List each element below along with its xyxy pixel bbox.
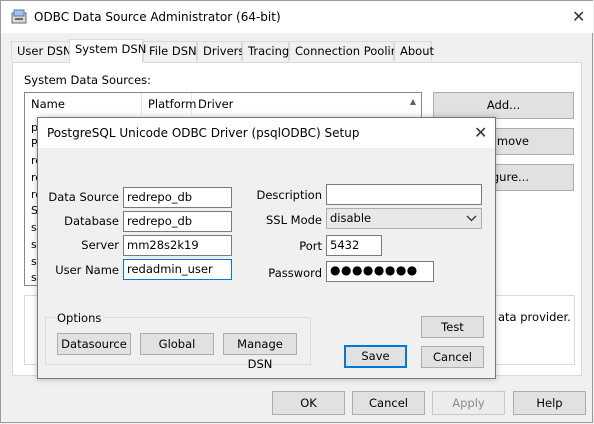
column-header-driver[interactable]: Driver: [192, 93, 402, 115]
user-name-field[interactable]: redadmin_user: [123, 259, 232, 280]
description-field[interactable]: [326, 184, 482, 205]
list-item[interactable]: s: [31, 238, 37, 251]
ssl-mode-label: SSL Mode: [266, 213, 322, 227]
tab-drivers[interactable]: Drivers: [197, 41, 244, 61]
list-item[interactable]: s: [31, 221, 37, 234]
help-button[interactable]: Help: [513, 391, 586, 415]
cancel-button[interactable]: Cancel: [352, 391, 425, 415]
list-item[interactable]: s: [31, 255, 37, 268]
dialog-close-icon[interactable]: ✕: [474, 125, 487, 141]
window-title: ODBC Data Source Administrator (64-bit): [34, 10, 281, 24]
apply-button[interactable]: Apply: [432, 391, 505, 415]
port-label: Port: [299, 239, 322, 253]
server-field[interactable]: mm28s2k19: [123, 235, 232, 256]
app-icon: [11, 9, 27, 25]
save-button[interactable]: Save: [344, 345, 407, 368]
tab-about[interactable]: About: [394, 41, 434, 61]
tab-system-dsn[interactable]: System DSN: [69, 39, 146, 63]
tab-file-dsn[interactable]: File DSN: [143, 41, 197, 61]
tab-tracing[interactable]: Tracing: [242, 41, 289, 61]
password-label: Password: [268, 266, 322, 280]
window-close-icon[interactable]: ✕: [572, 9, 585, 25]
password-field[interactable]: ●●●●●●●●: [326, 261, 434, 282]
column-header-platform[interactable]: Platform: [142, 93, 197, 115]
column-header-name[interactable]: Name: [25, 93, 142, 115]
tab-user-dsn[interactable]: User DSN: [11, 41, 72, 61]
scroll-up-icon[interactable]: ▲: [405, 93, 421, 111]
dialog-title-bar: PostgreSQL Unicode ODBC Driver (psqlODBC…: [38, 118, 495, 148]
datasource-button[interactable]: Datasource: [57, 333, 131, 355]
dialog-title: PostgreSQL Unicode ODBC Driver (psqlODBC…: [47, 126, 360, 140]
description-label: Description: [256, 188, 323, 202]
list-item[interactable]: s: [31, 271, 37, 284]
port-field[interactable]: 5432: [326, 235, 382, 256]
global-button[interactable]: Global: [140, 333, 214, 355]
test-button[interactable]: Test: [421, 316, 484, 338]
data-source-label: Data Source: [48, 190, 119, 204]
options-label: Options: [55, 311, 104, 325]
database-field[interactable]: redrepo_db: [123, 211, 232, 232]
odbc-admin-window: ODBC Data Source Administrator (64-bit) …: [0, 0, 593, 423]
description-text: ata provider.: [498, 310, 571, 324]
dialog-cancel-button[interactable]: Cancel: [421, 346, 484, 368]
ok-button[interactable]: OK: [272, 391, 345, 415]
add-button[interactable]: Add...: [433, 92, 574, 119]
user-name-label: User Name: [55, 263, 119, 277]
system-data-sources-label: System Data Sources:: [24, 73, 152, 87]
tab-connection-pooling[interactable]: Connection Pooling: [289, 41, 405, 61]
title-bar: ODBC Data Source Administrator (64-bit) …: [1, 1, 593, 33]
ssl-mode-select[interactable]: disable: [326, 208, 482, 229]
data-source-field[interactable]: redrepo_db: [123, 187, 232, 208]
chevron-down-icon: [466, 211, 477, 228]
ssl-mode-value: disable: [330, 211, 372, 225]
server-label: Server: [81, 238, 119, 252]
manage-dsn-button[interactable]: Manage DSN: [223, 333, 297, 371]
database-label: Database: [64, 214, 119, 228]
